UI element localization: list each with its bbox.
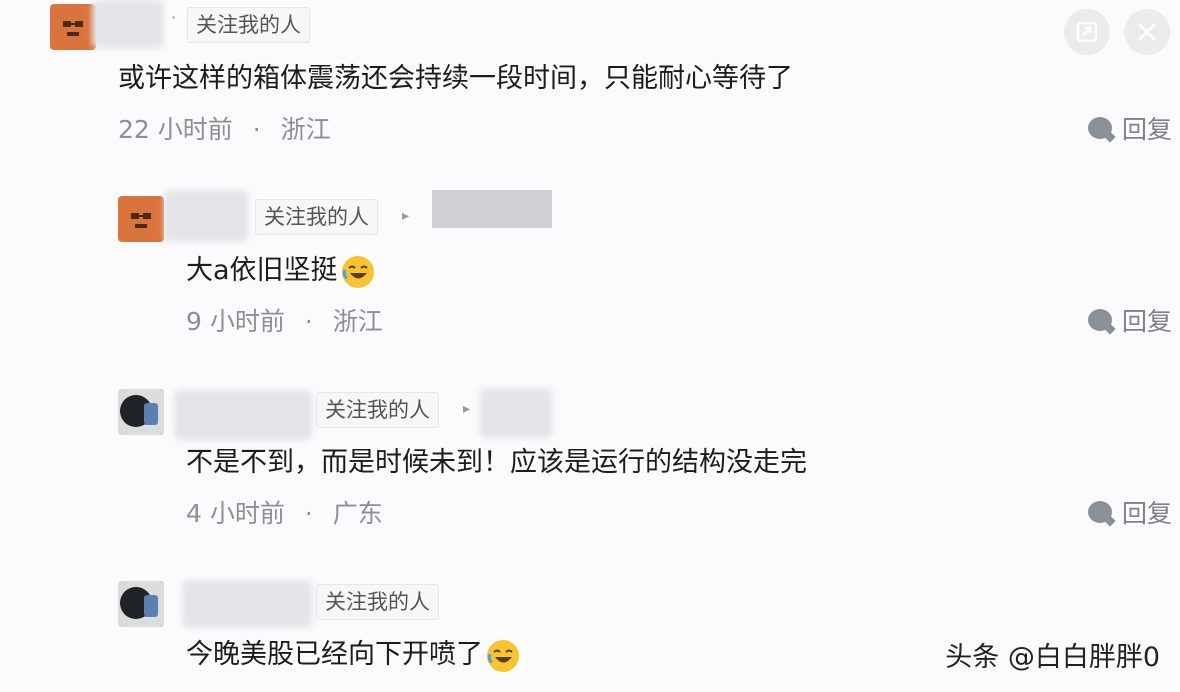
comment-meta: 4 小时前 · 广东 <box>186 494 383 530</box>
reply-label: 回复 <box>1122 499 1173 528</box>
reply-bubble-icon <box>1088 309 1112 331</box>
avatar[interactable] <box>118 389 164 435</box>
comment-text: 大a依旧坚挺 <box>186 248 376 290</box>
laugh-cry-emoji-icon <box>487 639 519 672</box>
username-blurred[interactable] <box>164 190 248 242</box>
reply-bubble-icon <box>1088 501 1112 523</box>
reply-to-arrow-icon: ▸ <box>463 401 471 417</box>
reply-target-blurred[interactable] <box>432 190 552 228</box>
reply-target-blurred[interactable] <box>480 388 552 438</box>
close-button[interactable] <box>1124 9 1170 55</box>
comment-text-body: 今晚美股已经向下开喷了 <box>186 639 483 670</box>
meta-separator: · <box>252 115 261 144</box>
comment-text-body: 大a依旧坚挺 <box>186 255 338 286</box>
separator-dot: · <box>171 8 177 27</box>
comment-meta: 22 小时前 · 浙江 <box>118 110 331 146</box>
username-blurred[interactable] <box>182 580 312 628</box>
watermark: 头条 @白白胖胖0 <box>945 642 1160 673</box>
comment-time: 4 小时前 <box>186 499 285 528</box>
meta-separator: · <box>304 499 313 528</box>
share-icon <box>1076 21 1098 43</box>
comment-time: 9 小时前 <box>186 307 285 336</box>
follow-tag: 关注我的人 <box>187 7 310 43</box>
avatar-photo-icon <box>118 389 164 435</box>
avatar[interactable] <box>118 196 164 242</box>
avatar-glasses-icon <box>63 21 83 36</box>
reply-button[interactable]: 回复 <box>1088 302 1172 338</box>
reply-bubble-icon <box>1088 117 1112 139</box>
comment-location: 浙江 <box>280 115 331 144</box>
meta-separator: · <box>304 307 313 336</box>
comment-text: 今晚美股已经向下开喷了 <box>186 632 521 674</box>
reply-label: 回复 <box>1122 307 1173 336</box>
avatar[interactable] <box>50 4 96 50</box>
reply-button[interactable]: 回复 <box>1088 494 1172 530</box>
close-icon <box>1138 23 1156 41</box>
comment-location: 浙江 <box>332 307 383 336</box>
follow-tag: 关注我的人 <box>316 392 439 428</box>
reply-button[interactable]: 回复 <box>1088 110 1172 146</box>
username-blurred[interactable] <box>174 390 312 440</box>
avatar[interactable] <box>118 581 164 627</box>
follow-tag: 关注我的人 <box>255 199 378 235</box>
follow-tag: 关注我的人 <box>316 584 439 620</box>
comment-text: 不是不到，而是时候未到！应该是运行的结构没走完 <box>186 447 807 478</box>
comment-meta: 9 小时前 · 浙江 <box>186 302 383 338</box>
share-button[interactable] <box>1064 9 1110 55</box>
comment-text: 或许这样的箱体震荡还会持续一段时间，只能耐心等待了 <box>118 63 793 94</box>
laugh-cry-emoji-icon <box>341 255 374 288</box>
reply-to-arrow-icon: ▸ <box>402 208 410 224</box>
avatar-photo-icon <box>118 581 164 627</box>
reply-label: 回复 <box>1122 115 1173 144</box>
comment-location: 广东 <box>332 499 383 528</box>
avatar-glasses-icon <box>131 213 151 228</box>
comment-time: 22 小时前 <box>118 115 233 144</box>
username-blurred[interactable] <box>92 0 164 48</box>
